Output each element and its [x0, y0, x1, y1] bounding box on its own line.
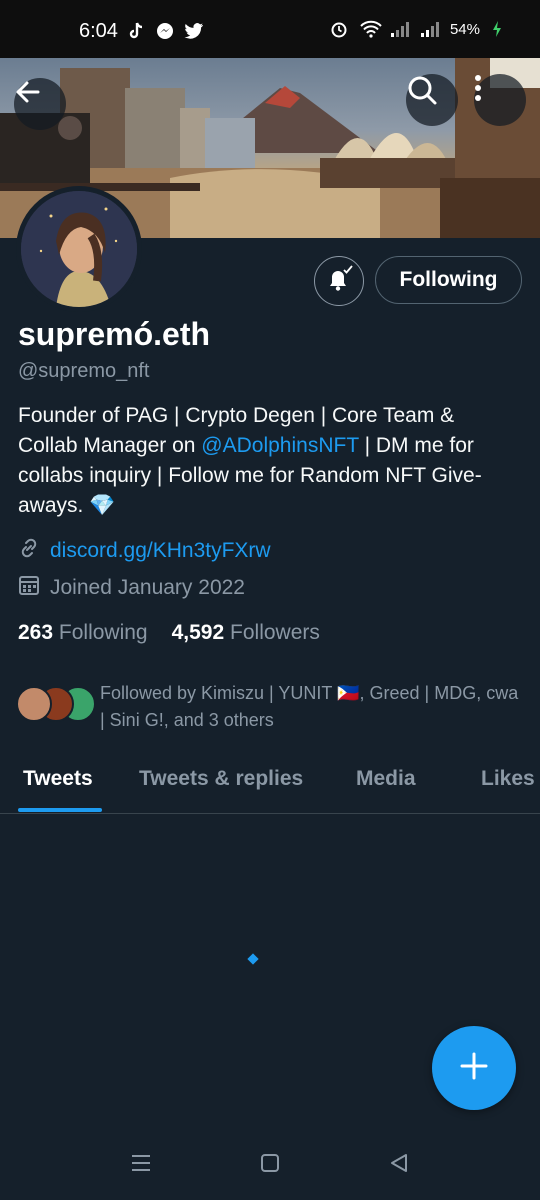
back-button[interactable] [14, 78, 66, 130]
active-tab-indicator [18, 808, 102, 812]
following-button[interactable]: Following [375, 256, 522, 304]
followed-by-text: Followed by Kimiszu | YUNIT 🇵🇭, Greed | … [100, 683, 519, 730]
twitter-icon [184, 22, 203, 40]
triangle-left-icon [389, 1153, 409, 1178]
following-stat[interactable]: 263 Following [18, 621, 148, 645]
handle: @supremo_nft [18, 360, 150, 382]
status-bar: 6:04 54% [0, 0, 540, 58]
followers-stat[interactable]: 4,592 Followers [172, 621, 320, 645]
profile-avatar[interactable] [16, 186, 142, 312]
followed-by[interactable]: Followed by Kimiszu | YUNIT 🇵🇭, Greed | … [16, 680, 526, 734]
notifications-button[interactable] [314, 256, 364, 306]
signal-icon [420, 20, 439, 38]
plus-icon [458, 1050, 490, 1087]
messenger-icon [156, 22, 174, 40]
followed-by-avatars [16, 686, 96, 726]
following-label: Following [58, 621, 148, 644]
joined-date: Joined January 2022 [50, 576, 245, 599]
followers-count: 4,592 [171, 621, 225, 644]
tab-likes[interactable]: Likes [481, 767, 535, 791]
following-count: 263 [18, 621, 54, 644]
back-nav-button[interactable] [384, 1150, 414, 1180]
tab-tweets-replies[interactable]: Tweets & replies [139, 767, 303, 791]
tab-media[interactable]: Media [356, 767, 416, 791]
profile-link[interactable]: discord.gg/KHn3tyFXrw [50, 539, 271, 563]
recent-apps-button[interactable] [126, 1150, 156, 1180]
wifi-icon [360, 20, 382, 38]
followers-label: Followers [230, 621, 320, 644]
calendar-icon [18, 574, 40, 602]
home-button[interactable] [255, 1150, 285, 1180]
alarm-icon [330, 20, 348, 38]
joined-row: Joined January 2022 [18, 574, 245, 602]
avatar [16, 686, 52, 722]
loading-spinner [247, 953, 259, 965]
menu-icon [130, 1153, 152, 1178]
link-icon [18, 537, 40, 565]
more-options-button[interactable] [474, 74, 526, 126]
system-nav-bar [0, 1130, 540, 1200]
status-time: 6:04 [79, 20, 118, 42]
bio: Founder of PAG | Crypto Degen | Core Tea… [18, 401, 518, 521]
charging-icon [492, 20, 510, 38]
status-app-icons [128, 22, 203, 40]
bio-mention-link[interactable]: @ADolphinsNFT [201, 434, 358, 457]
profile-link-row[interactable]: discord.gg/KHn3tyFXrw [18, 537, 271, 565]
tiktok-icon [128, 22, 146, 40]
compose-tweet-button[interactable] [432, 1026, 516, 1110]
signal-icon [390, 20, 409, 38]
tab-tweets[interactable]: Tweets [23, 767, 93, 791]
follow-stats: 263 Following 4,592 Followers [18, 621, 320, 645]
status-right: 54% [330, 20, 510, 38]
battery-percent: 54% [449, 20, 480, 38]
display-name: supremó.eth [18, 316, 211, 352]
search-button[interactable] [406, 74, 458, 126]
square-icon [260, 1153, 280, 1178]
bell-check-icon [324, 264, 354, 299]
profile-tabs: Tweets Tweets & replies Media Likes [0, 750, 540, 814]
